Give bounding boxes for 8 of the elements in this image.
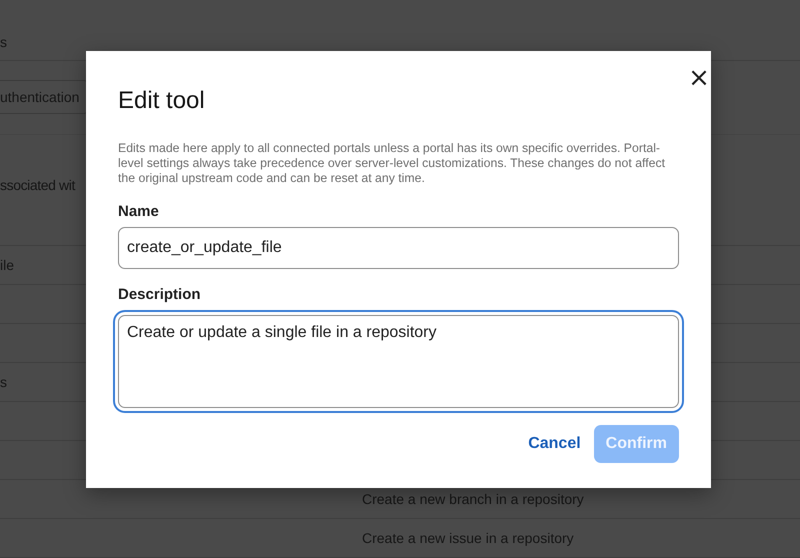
description-field[interactable]: Create or update a single file in a repository xyxy=(118,315,679,408)
cancel-button[interactable]: Cancel xyxy=(528,425,581,463)
notice-text: Edits made here apply to all connected portals unless a portal has its own specific overrides. Portal-level settings always take precedence over server-level customizations. These changes do not affect the original upstream code and can be reset at any time. xyxy=(118,141,666,186)
field-label: Name xyxy=(118,203,160,220)
dialog-title: Edit tool xyxy=(118,87,205,115)
close-button[interactable]: × xyxy=(687,67,711,89)
name-field[interactable]: create_or_update_file xyxy=(118,227,679,269)
field-label: Description xyxy=(118,286,202,303)
